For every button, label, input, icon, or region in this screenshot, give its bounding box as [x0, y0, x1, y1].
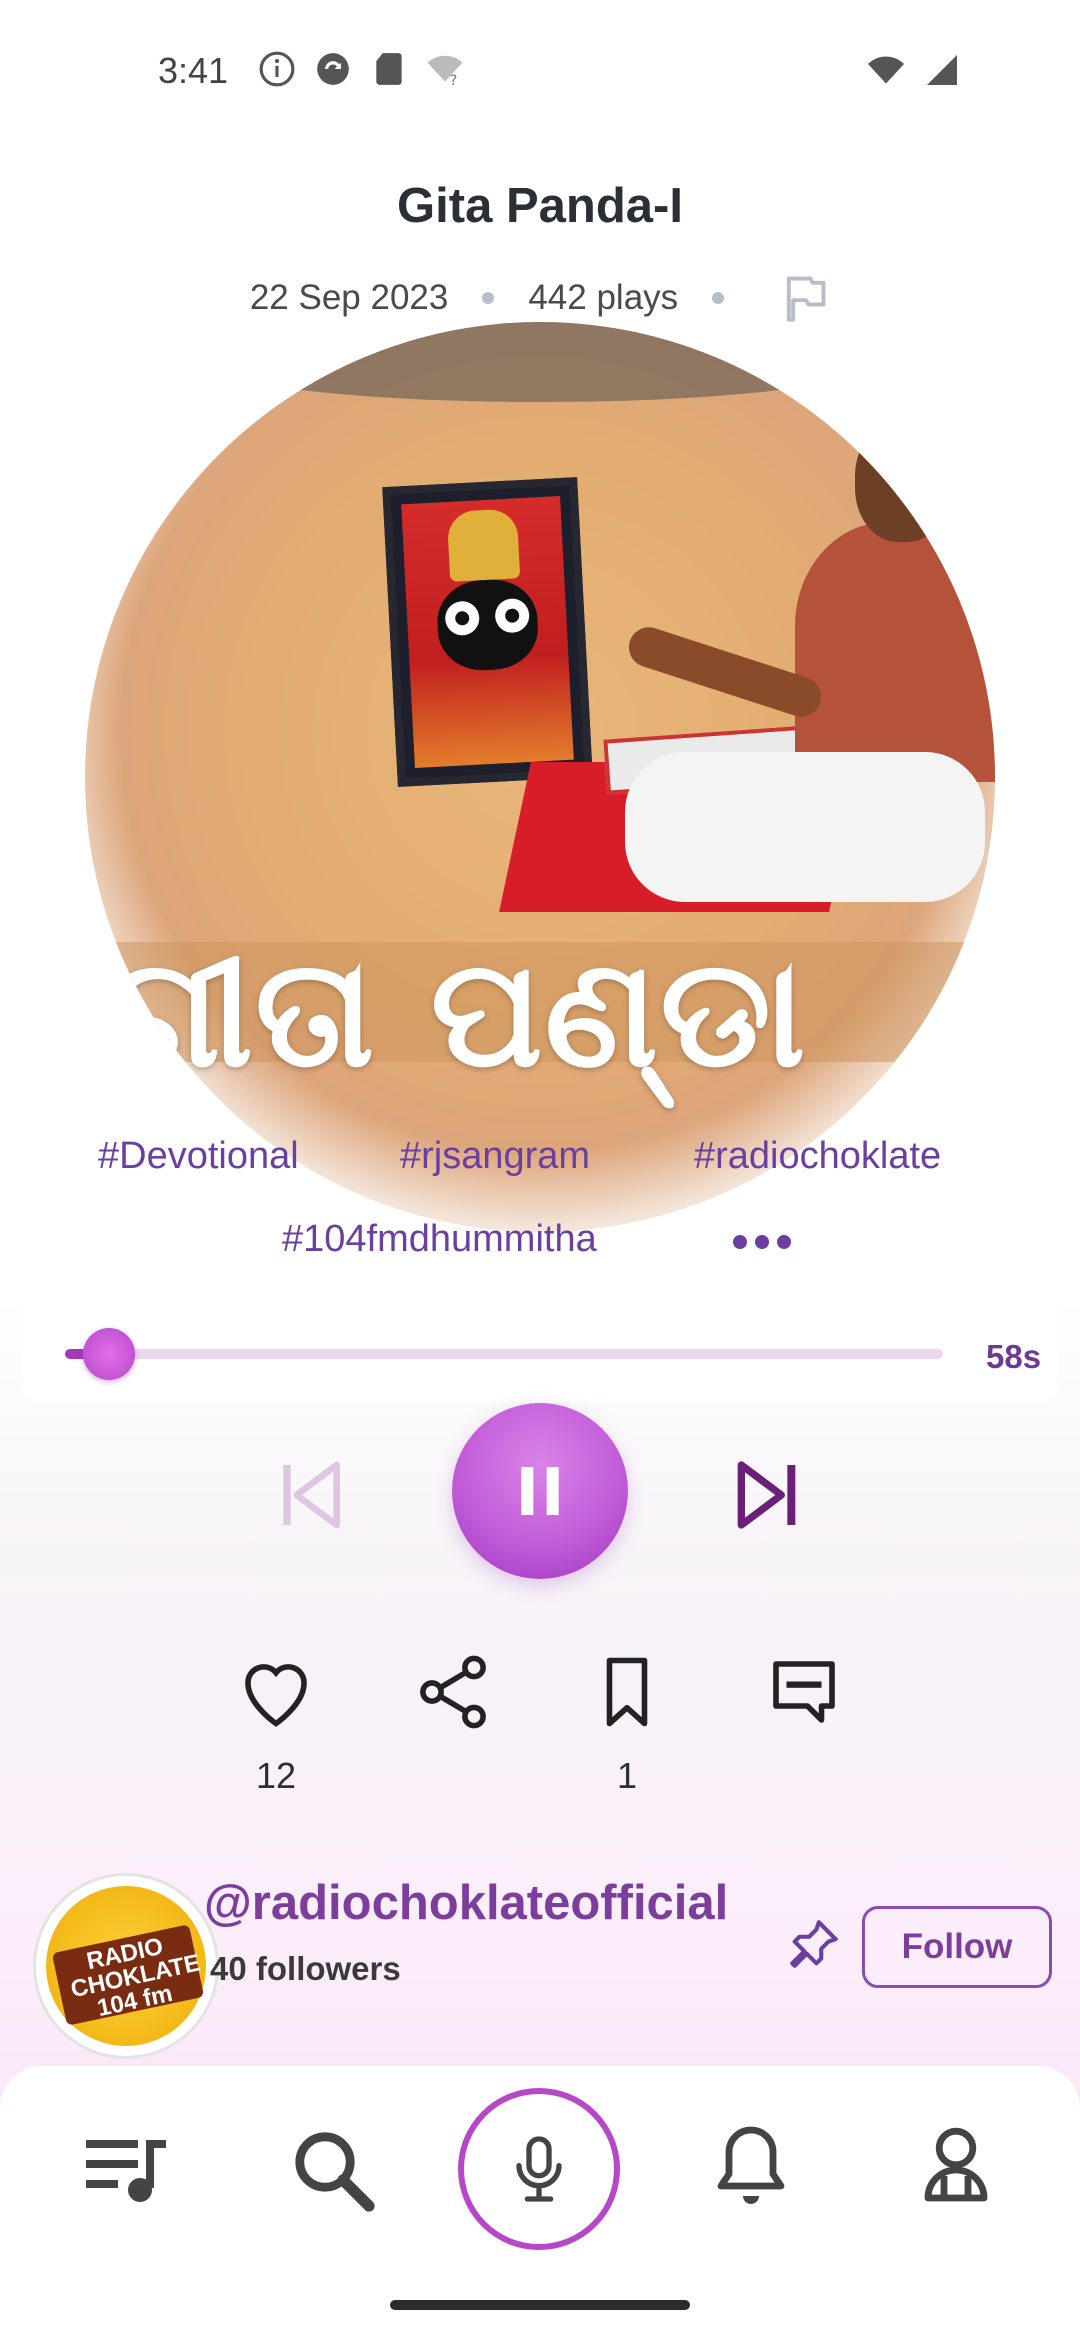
- tag-rjsangram[interactable]: #rjsangram: [400, 1135, 590, 1178]
- skip-previous-icon: [283, 1461, 340, 1529]
- artwork-roof: [205, 322, 875, 402]
- flag-icon[interactable]: [778, 272, 830, 324]
- playback-controls: [0, 1400, 1080, 1580]
- heart-icon: [245, 1664, 307, 1727]
- svg-text:?: ?: [450, 73, 458, 88]
- track-date: 22 Sep 2023: [249, 278, 449, 317]
- status-bar: 3:41 ?: [0, 0, 1080, 140]
- previous-button[interactable]: [270, 1455, 350, 1535]
- wifi-question-icon: ?: [427, 55, 463, 88]
- artwork-deity-frame: [382, 477, 593, 787]
- like-count: 12: [255, 1755, 297, 1796]
- tag-radiochoklate[interactable]: #radiochoklate: [694, 1135, 941, 1178]
- separator-dot: [482, 292, 495, 304]
- skip-next-icon: [737, 1461, 796, 1529]
- status-icons: ?: [258, 50, 464, 88]
- separator-dot: [712, 292, 725, 304]
- playlist-icon: [86, 2140, 166, 2202]
- track-artwork: ଗୀତା ପଣ୍ଡା: [85, 322, 995, 1232]
- mic-icon: [516, 2136, 562, 2202]
- pin-icon[interactable]: [785, 1915, 843, 1973]
- profile-handle[interactable]: @radiochoklateofficial: [204, 1875, 728, 1931]
- track-plays: 442 plays: [528, 278, 679, 317]
- track-title: Gita Panda-I: [397, 179, 683, 233]
- sync-icon: [317, 53, 349, 85]
- bookmark-action[interactable]: 1: [577, 1650, 677, 1797]
- search-icon: [295, 2132, 375, 2212]
- pause-icon: [521, 1467, 559, 1515]
- comment-count: [754, 1755, 854, 1797]
- share-action[interactable]: [403, 1650, 503, 1797]
- progress-thumb[interactable]: [82, 1328, 135, 1380]
- signal-icon: [927, 55, 957, 85]
- profile-icon: [924, 2127, 988, 2202]
- next-button[interactable]: [728, 1455, 808, 1535]
- comment-action[interactable]: [754, 1650, 854, 1797]
- track-meta: 22 Sep 2023 442 plays: [0, 272, 1080, 324]
- avatar[interactable]: RADIO CHOKLATE 104 fm: [33, 1873, 219, 2059]
- bell-icon: [717, 2126, 785, 2204]
- comment-icon: [773, 1661, 835, 1723]
- bookmark-icon: [606, 1657, 648, 1727]
- progress-track[interactable]: [65, 1349, 943, 1359]
- record-button[interactable]: [458, 2088, 620, 2250]
- follow-button[interactable]: Follow: [862, 1906, 1052, 1988]
- followers-count: 40 followers: [210, 1950, 401, 1987]
- share-icon: [420, 1655, 486, 1729]
- nav-notifications[interactable]: [703, 2118, 799, 2214]
- tag-104fmdhummitha[interactable]: #104fmdhummitha: [282, 1218, 597, 1261]
- status-time: 3:41: [158, 50, 229, 91]
- track-actions: 12 1: [0, 1650, 1080, 1820]
- more-tags-icon[interactable]: [730, 1230, 794, 1254]
- pause-button[interactable]: [452, 1403, 628, 1579]
- artwork-person: [623, 422, 995, 982]
- wifi-icon: [868, 56, 904, 84]
- like-action[interactable]: 12: [226, 1650, 326, 1797]
- bookmark-count: 1: [616, 1755, 638, 1796]
- home-indicator[interactable]: [390, 2300, 690, 2310]
- sd-card-icon: [376, 53, 402, 85]
- status-right: [866, 52, 962, 88]
- share-count: [403, 1755, 503, 1797]
- tag-devotional[interactable]: #Devotional: [98, 1135, 299, 1178]
- info-icon: [259, 51, 295, 87]
- track-duration: 58s: [986, 1338, 1042, 1375]
- nav-library[interactable]: [78, 2120, 174, 2216]
- nav-search[interactable]: [285, 2122, 381, 2218]
- nav-profile[interactable]: [908, 2118, 1004, 2214]
- artwork-title-text: ଗୀତା ପଣ୍ଡା: [105, 927, 808, 1101]
